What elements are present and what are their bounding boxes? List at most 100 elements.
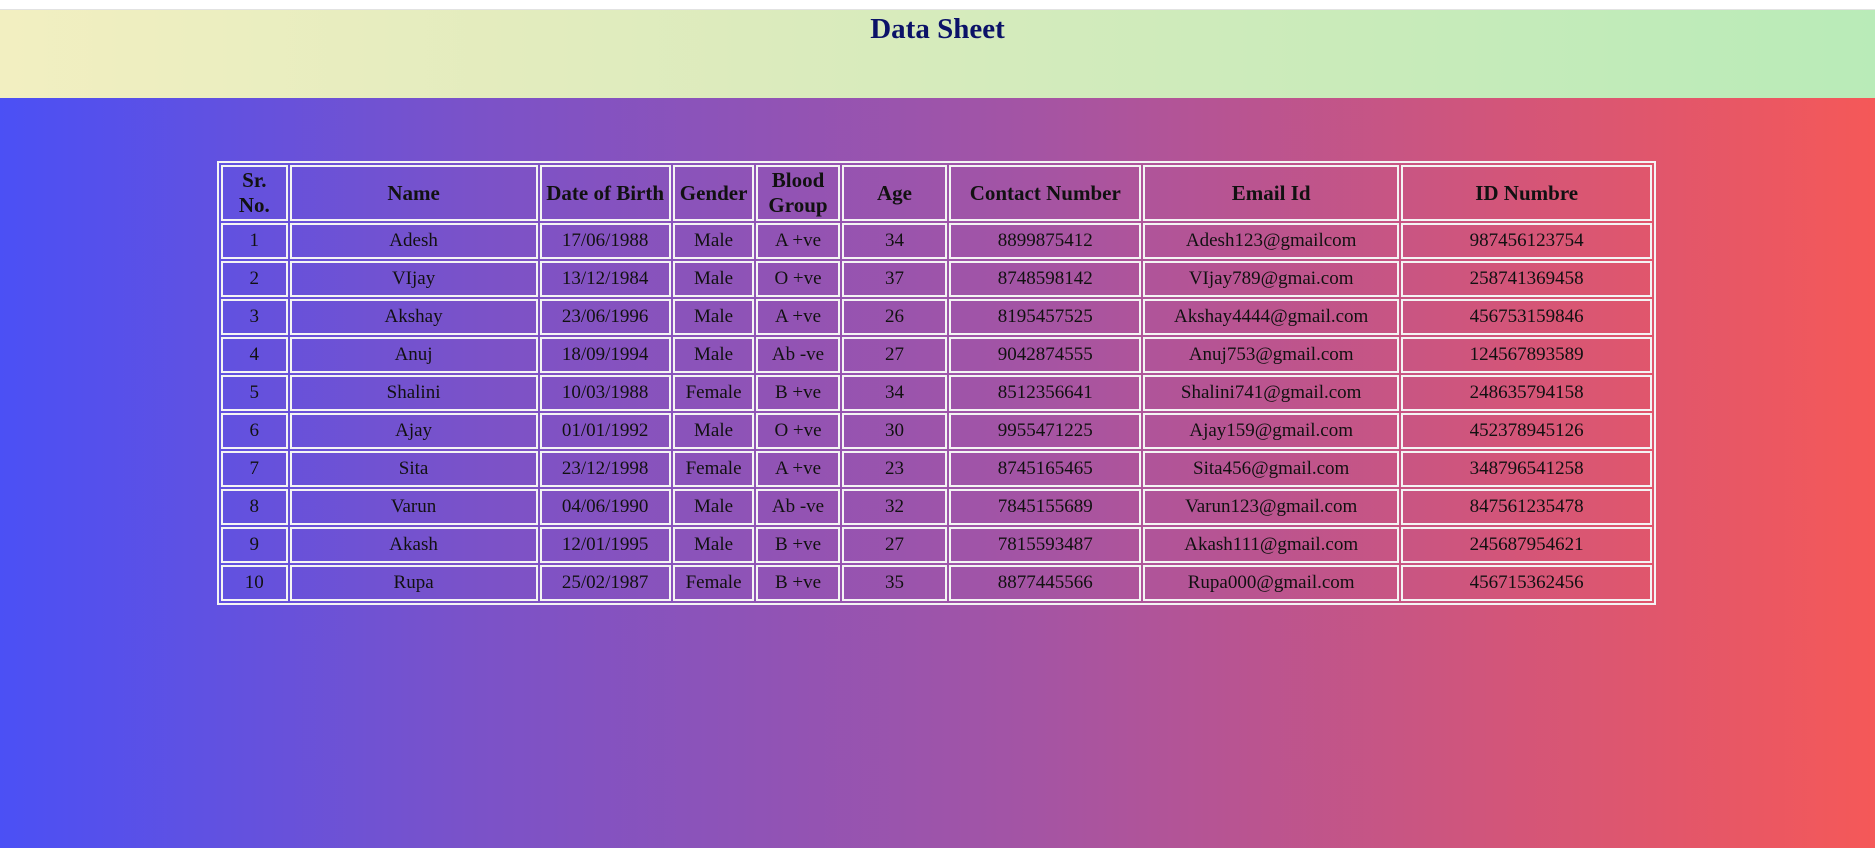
table-row: 10 Rupa 25/02/1987 Female B +ve 35 88774… xyxy=(221,565,1652,601)
cell-sr-no: 9 xyxy=(221,527,288,563)
cell-sr-no: 4 xyxy=(221,337,288,373)
cell-sr-no: 8 xyxy=(221,489,288,525)
cell-age: 23 xyxy=(841,451,948,487)
cell-name: Varun xyxy=(289,489,538,525)
cell-blood-group: O +ve xyxy=(756,413,840,449)
column-header-contact-number: Contact Number xyxy=(949,165,1142,221)
cell-id-number: 245687954621 xyxy=(1401,527,1652,563)
column-header-id-number: ID Numbre xyxy=(1401,165,1652,221)
cell-gender: Male xyxy=(672,223,755,259)
column-header-age: Age xyxy=(841,165,948,221)
cell-gender: Female xyxy=(672,565,755,601)
cell-email-id: Ajay159@gmail.com xyxy=(1143,413,1400,449)
cell-gender: Female xyxy=(672,451,755,487)
cell-name: Rupa xyxy=(289,565,538,601)
cell-age: 27 xyxy=(841,527,948,563)
cell-age: 37 xyxy=(841,261,948,297)
cell-id-number: 124567893589 xyxy=(1401,337,1652,373)
cell-id-number: 456753159846 xyxy=(1401,299,1652,335)
cell-date-of-birth: 17/06/1988 xyxy=(539,223,671,259)
cell-email-id: Akshay4444@gmail.com xyxy=(1143,299,1400,335)
cell-sr-no: 6 xyxy=(221,413,288,449)
cell-email-id: Shalini741@gmail.com xyxy=(1143,375,1400,411)
cell-email-id: Rupa000@gmail.com xyxy=(1143,565,1400,601)
cell-id-number: 258741369458 xyxy=(1401,261,1652,297)
column-header-sr-no: Sr. No. xyxy=(221,165,288,221)
cell-blood-group: A +ve xyxy=(756,223,840,259)
cell-sr-no: 5 xyxy=(221,375,288,411)
cell-blood-group: B +ve xyxy=(756,375,840,411)
table-row: 5 Shalini 10/03/1988 Female B +ve 34 851… xyxy=(221,375,1652,411)
cell-email-id: Adesh123@gmailcom xyxy=(1143,223,1400,259)
cell-date-of-birth: 12/01/1995 xyxy=(539,527,671,563)
cell-sr-no: 3 xyxy=(221,299,288,335)
column-header-date-of-birth: Date of Birth xyxy=(539,165,671,221)
cell-name: Sita xyxy=(289,451,538,487)
cell-blood-group: A +ve xyxy=(756,451,840,487)
table-row: 2 VIjay 13/12/1984 Male O +ve 37 8748598… xyxy=(221,261,1652,297)
cell-name: Adesh xyxy=(289,223,538,259)
cell-sr-no: 2 xyxy=(221,261,288,297)
cell-date-of-birth: 13/12/1984 xyxy=(539,261,671,297)
cell-blood-group: Ab -ve xyxy=(756,337,840,373)
cell-id-number: 248635794158 xyxy=(1401,375,1652,411)
page-header: Data Sheet xyxy=(0,10,1875,98)
cell-age: 32 xyxy=(841,489,948,525)
cell-name: Ajay xyxy=(289,413,538,449)
cell-email-id: VIjay789@gmai.com xyxy=(1143,261,1400,297)
cell-email-id: Varun123@gmail.com xyxy=(1143,489,1400,525)
cell-contact-number: 8745165465 xyxy=(949,451,1142,487)
cell-date-of-birth: 01/01/1992 xyxy=(539,413,671,449)
cell-gender: Male xyxy=(672,527,755,563)
column-header-blood-group: Blood Group xyxy=(756,165,840,221)
cell-gender: Male xyxy=(672,261,755,297)
table-row: 3 Akshay 23/06/1996 Male A +ve 26 819545… xyxy=(221,299,1652,335)
cell-id-number: 456715362456 xyxy=(1401,565,1652,601)
cell-date-of-birth: 23/06/1996 xyxy=(539,299,671,335)
table-row: 8 Varun 04/06/1990 Male Ab -ve 32 784515… xyxy=(221,489,1652,525)
cell-contact-number: 7845155689 xyxy=(949,489,1142,525)
cell-age: 34 xyxy=(841,375,948,411)
cell-age: 27 xyxy=(841,337,948,373)
cell-email-id: Akash111@gmail.com xyxy=(1143,527,1400,563)
table-row: 9 Akash 12/01/1995 Male B +ve 27 7815593… xyxy=(221,527,1652,563)
cell-blood-group: B +ve xyxy=(756,565,840,601)
cell-blood-group: O +ve xyxy=(756,261,840,297)
cell-name: Shalini xyxy=(289,375,538,411)
cell-email-id: Sita456@gmail.com xyxy=(1143,451,1400,487)
cell-id-number: 452378945126 xyxy=(1401,413,1652,449)
table-header: Sr. No. Name Date of Birth Gender Blood … xyxy=(221,165,1652,221)
cell-date-of-birth: 18/09/1994 xyxy=(539,337,671,373)
table-row: 4 Anuj 18/09/1994 Male Ab -ve 27 9042874… xyxy=(221,337,1652,373)
cell-age: 35 xyxy=(841,565,948,601)
cell-contact-number: 8512356641 xyxy=(949,375,1142,411)
cell-contact-number: 9955471225 xyxy=(949,413,1142,449)
table-body: 1 Adesh 17/06/1988 Male A +ve 34 8899875… xyxy=(221,223,1652,601)
cell-name: Anuj xyxy=(289,337,538,373)
cell-contact-number: 8899875412 xyxy=(949,223,1142,259)
cell-gender: Male xyxy=(672,299,755,335)
column-header-gender: Gender xyxy=(672,165,755,221)
top-strip xyxy=(0,0,1875,10)
cell-gender: Male xyxy=(672,413,755,449)
column-header-email-id: Email Id xyxy=(1143,165,1400,221)
cell-age: 34 xyxy=(841,223,948,259)
cell-date-of-birth: 23/12/1998 xyxy=(539,451,671,487)
cell-date-of-birth: 25/02/1987 xyxy=(539,565,671,601)
page-title: Data Sheet xyxy=(870,13,1005,45)
main-content: Sr. No. Name Date of Birth Gender Blood … xyxy=(0,98,1875,848)
cell-blood-group: Ab -ve xyxy=(756,489,840,525)
table-header-row: Sr. No. Name Date of Birth Gender Blood … xyxy=(221,165,1652,221)
cell-contact-number: 8877445566 xyxy=(949,565,1142,601)
cell-id-number: 987456123754 xyxy=(1401,223,1652,259)
cell-contact-number: 9042874555 xyxy=(949,337,1142,373)
cell-name: Akash xyxy=(289,527,538,563)
cell-email-id: Anuj753@gmail.com xyxy=(1143,337,1400,373)
cell-sr-no: 1 xyxy=(221,223,288,259)
cell-contact-number: 8748598142 xyxy=(949,261,1142,297)
cell-age: 26 xyxy=(841,299,948,335)
cell-contact-number: 7815593487 xyxy=(949,527,1142,563)
cell-id-number: 348796541258 xyxy=(1401,451,1652,487)
cell-id-number: 847561235478 xyxy=(1401,489,1652,525)
cell-gender: Male xyxy=(672,337,755,373)
